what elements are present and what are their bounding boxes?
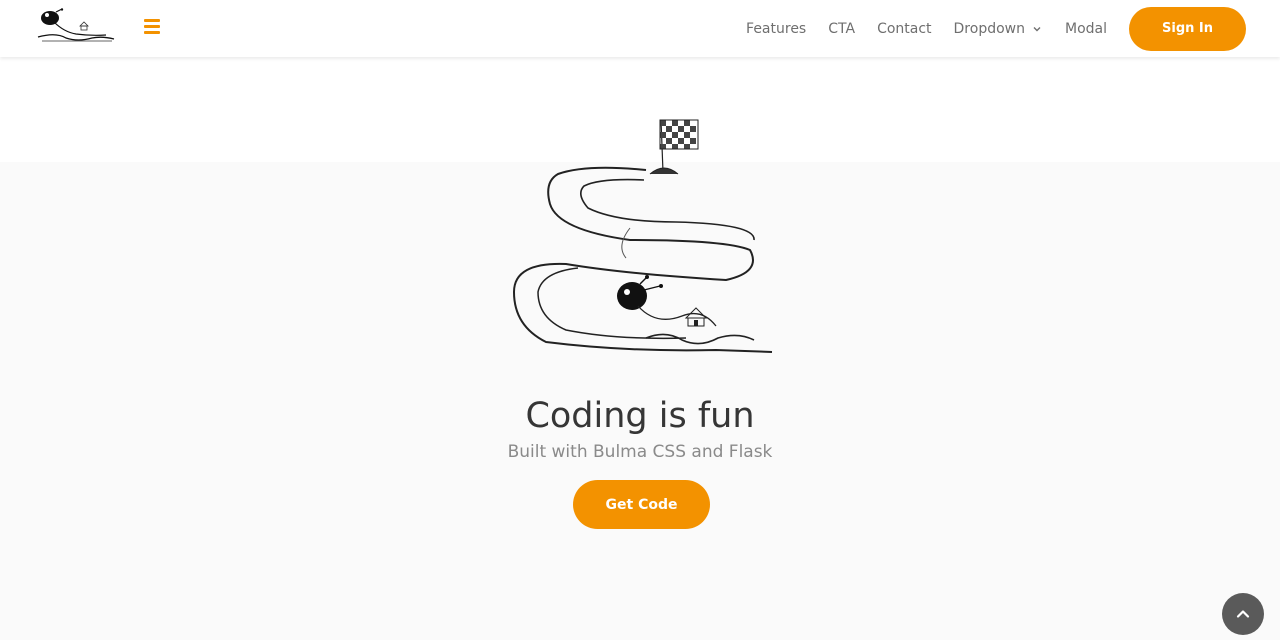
nav-dropdown[interactable]: Dropdown [943, 19, 1054, 39]
snail-race-illustration [512, 119, 773, 353]
chevron-down-icon [1033, 26, 1041, 31]
nav-link-modal[interactable]: Modal [1054, 19, 1118, 39]
nav-menu: Features CTA Contact Dropdown Modal Sign… [735, 0, 1246, 57]
navbar: Features CTA Contact Dropdown Modal Sign… [0, 0, 1280, 57]
chevron-up-icon [1236, 610, 1250, 618]
nav-link-features[interactable]: Features [735, 19, 817, 39]
nav-dropdown-label: Dropdown [953, 20, 1025, 37]
nav-link-cta[interactable]: CTA [817, 19, 866, 39]
back-to-top-button[interactable] [1222, 593, 1264, 635]
sign-in-button[interactable]: Sign In [1129, 6, 1246, 51]
brand-logo[interactable] [36, 8, 116, 46]
hero-subtitle: Built with Bulma CSS and Flask [507, 442, 773, 462]
nav-link-contact[interactable]: Contact [866, 19, 942, 39]
hero-illustration [506, 112, 778, 358]
get-code-button[interactable]: Get Code [573, 480, 710, 529]
snail-logo-icon [37, 8, 115, 42]
hero-title: Coding is fun [525, 396, 755, 436]
hamburger-menu-icon[interactable] [142, 16, 164, 38]
